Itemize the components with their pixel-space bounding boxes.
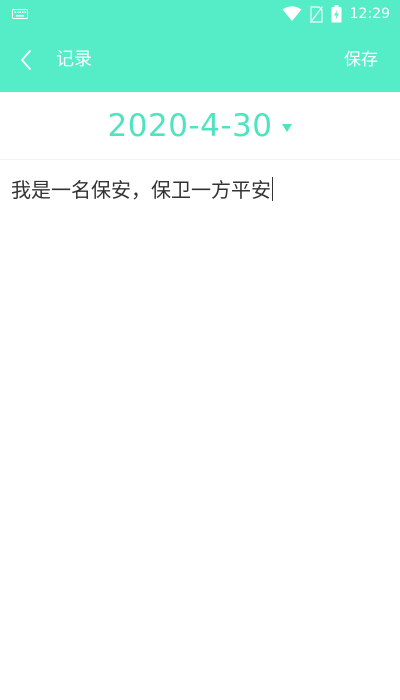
wifi-icon [282,6,302,21]
chevron-left-icon [21,50,31,70]
battery-charging-icon [331,5,342,23]
status-time: 12:29 [349,6,390,22]
triangle-down-icon [282,124,293,132]
page-title: 记录 [56,49,92,70]
status-bar: 12:29 [0,0,400,28]
note-editor[interactable]: 我是一名保安，保卫一方平安 [0,160,400,700]
save-button[interactable]: 保存 [344,28,378,92]
status-icons: 12:29 [282,4,390,24]
date-value: 2020-4-30 [107,108,273,144]
app-bar: 12:29 记录 保存 [0,0,400,92]
no-sim-icon [309,5,323,23]
keyboard-icon [12,9,28,19]
text-caret [272,177,273,201]
back-button[interactable] [12,46,40,74]
note-text: 我是一名保安，保卫一方平安 [11,178,271,202]
note-text-wrapper: 我是一名保安，保卫一方平安 [11,176,273,204]
toolbar: 记录 保存 [0,28,400,92]
date-picker[interactable]: 2020-4-30 [0,92,400,160]
